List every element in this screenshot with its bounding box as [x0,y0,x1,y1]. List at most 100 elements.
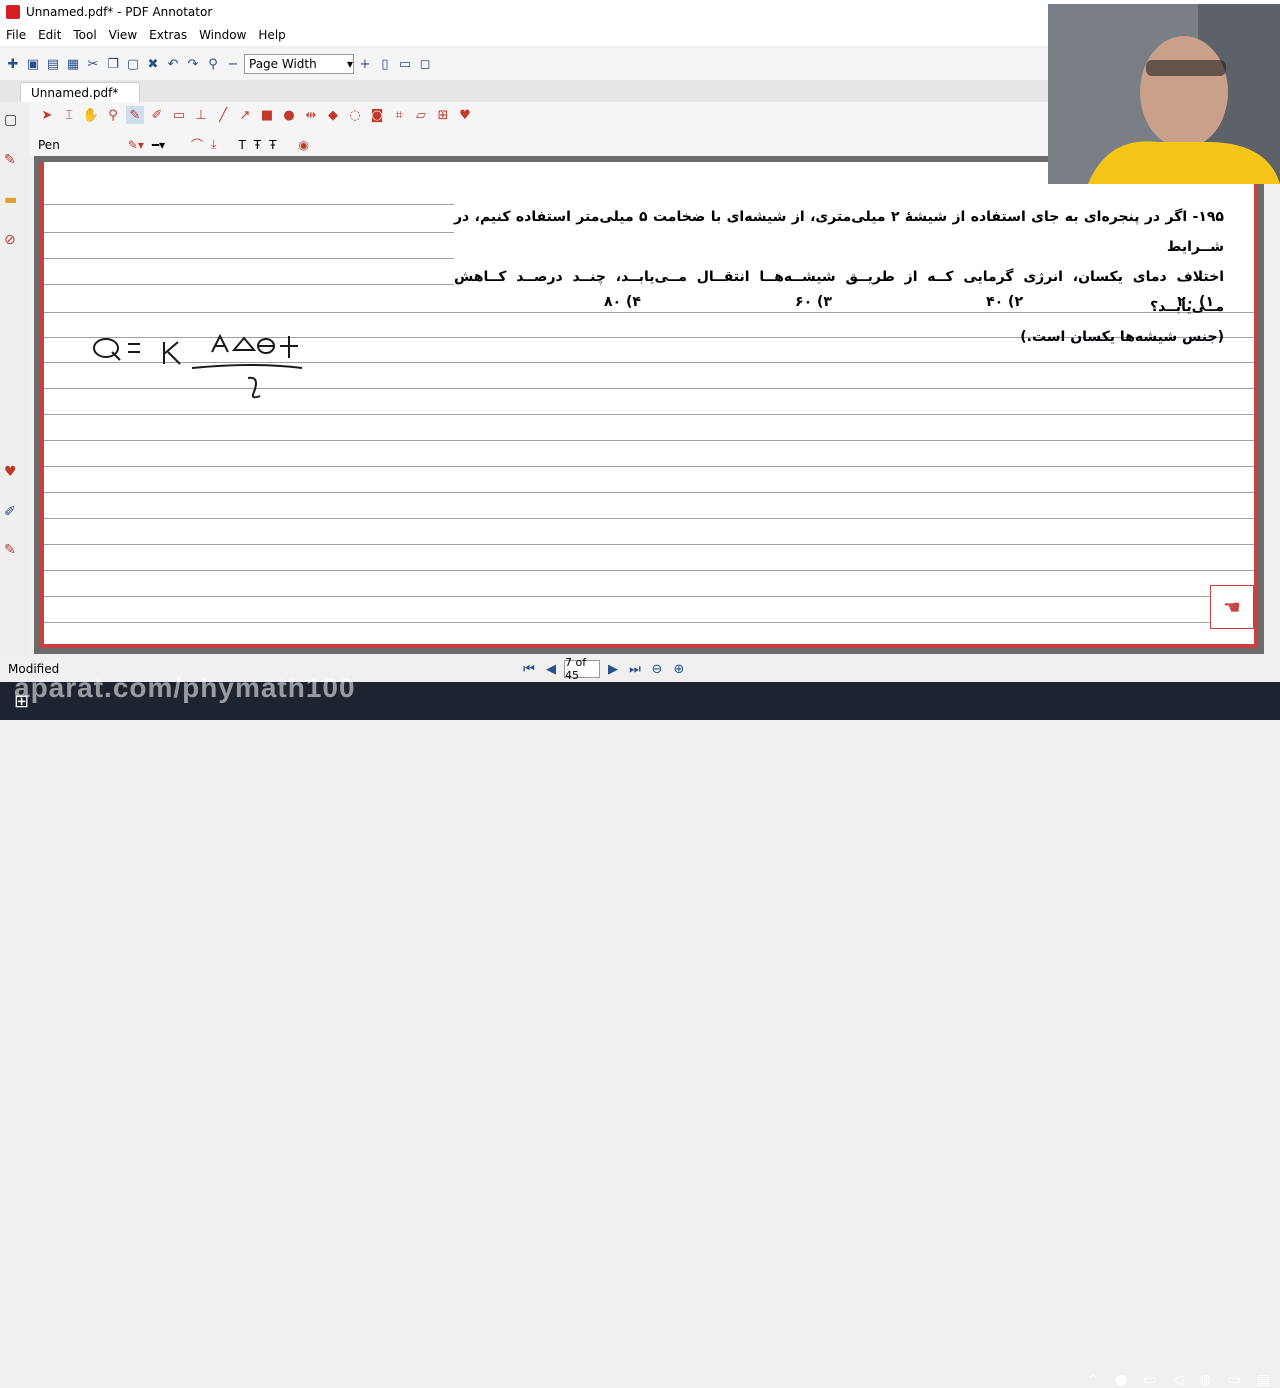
new-icon[interactable]: ✚ [4,55,22,73]
highlighter-tool-icon[interactable]: ✐ [148,106,166,124]
zoom-select[interactable]: Page Width ▾ [244,54,354,74]
page-width-icon[interactable]: ▭ [396,55,414,73]
handwritten-formula [93,333,303,399]
webcam-overlay [1048,4,1280,184]
option-4: ۴) ۸۰ [604,294,641,310]
line-width-icon[interactable]: ━▾ [152,138,165,152]
ruler-icon[interactable]: ▱ [412,106,430,124]
zoom-label: Page Width [249,57,317,71]
presenter-image [1048,4,1280,184]
ellipse-icon[interactable]: ● [280,106,298,124]
pen-icon[interactable]: ✎ [4,152,22,170]
menu-view[interactable]: View [103,28,143,42]
pen-tool-icon[interactable]: ✎ [126,106,144,124]
rule-line [44,284,454,285]
rule-line [44,544,1254,545]
rectangle-icon[interactable]: ■ [258,106,276,124]
question-line-1: ۱۹۵- اگر در پنجره‌ای به جای استفاده از ش… [454,209,1224,255]
select-icon[interactable]: ➤ [38,106,56,124]
page-indicator[interactable]: 7 of 45 [564,656,600,682]
next-page-icon[interactable]: ▶ [604,660,622,678]
keyboard-icon[interactable]: ▭ [1228,1372,1241,1388]
notification-icon[interactable]: ▤ [1257,1372,1270,1388]
option-3: ۳) ۶۰ [795,294,832,310]
hand-tool-icon[interactable]: ☚ [1210,585,1254,629]
delete-icon[interactable]: ✖ [144,55,162,73]
open-icon[interactable]: ▣ [24,55,42,73]
current-tool-label: Pen [38,137,60,152]
rule-line [44,466,1254,467]
prev-page-icon[interactable]: ◀ [542,660,560,678]
fullscreen-icon[interactable]: ◻ [416,55,434,73]
strike-icon[interactable]: Ŧ [269,138,276,152]
print-icon[interactable]: ▦ [64,55,82,73]
lasso-icon[interactable]: ◌ [346,106,364,124]
camera-icon[interactable]: ◙ [368,106,386,124]
pdf-page[interactable]: ۱۹۵- اگر در پنجره‌ای به جای استفاده از ش… [40,162,1258,648]
vertical-scrollbar[interactable] [1266,156,1280,656]
network-icon[interactable]: ◍ [1199,1372,1211,1388]
redo-icon[interactable]: ↷ [184,55,202,73]
zoom-out-icon[interactable]: − [224,55,242,73]
measure-icon[interactable]: ⇹ [302,106,320,124]
crop-icon[interactable]: ⌗ [390,106,408,124]
first-page-icon[interactable]: ⏮ [520,660,538,678]
attachment-icon[interactable]: ⊘ [4,232,22,250]
menu-edit[interactable]: Edit [32,28,67,42]
hand-icon[interactable]: ✋ [82,106,100,124]
copy-icon[interactable]: ❐ [104,55,122,73]
rule-line [44,570,1254,571]
text-select-icon[interactable]: ⌶ [60,106,78,124]
favorite-icon[interactable]: ♥ [4,464,22,482]
question-line-3: (جنس شیشه‌ها یکسان است.) [1020,329,1224,345]
menu-help[interactable]: Help [252,28,291,42]
arrow-icon[interactable]: ↗ [236,106,254,124]
color-icon[interactable]: ✎▾ [128,138,144,152]
rule-line [44,622,1254,623]
undo-icon[interactable]: ↶ [164,55,182,73]
download-icon[interactable]: ⤓ [211,137,216,152]
textbox-icon[interactable]: ▭ [170,106,188,124]
rule-line [44,414,1254,415]
rule-line [44,518,1254,519]
question-line-2: اختلاف دمای یکسان، انرژی گرمایی کــه از … [454,269,1224,315]
zoom-in-icon[interactable]: + [356,55,374,73]
menu-tool[interactable]: Tool [67,28,102,42]
line-icon[interactable]: ╱ [214,106,232,124]
menu-file[interactable]: File [0,28,32,42]
insert-icon[interactable]: ⊞ [434,106,452,124]
rule-line [44,440,1254,441]
curve-icon[interactable]: ⌒ [191,136,203,153]
eraser-icon[interactable]: ◆ [324,106,342,124]
menu-extras[interactable]: Extras [143,28,193,42]
find-icon[interactable]: ⚲ [204,55,222,73]
cut-icon[interactable]: ✂ [84,55,102,73]
stamp-icon[interactable]: ⊥ [192,106,210,124]
volume-icon[interactable]: ◁ [1173,1372,1184,1388]
menu-window[interactable]: Window [193,28,252,42]
main-toolbar: ✚ ▣ ▤ ▦ ✂ ❐ ▢ ✖ ↶ ↷ ⚲ − Page Width ▾ + ▯… [0,48,1050,80]
favorites-icon[interactable]: ♥ [456,106,474,124]
text-style-icon[interactable]: Ŧ [254,138,261,152]
battery-icon[interactable]: ▭ [1143,1372,1156,1388]
settings-icon[interactable]: ◉ [298,138,308,152]
save-icon[interactable]: ▤ [44,55,62,73]
forward-icon[interactable]: ⊕ [670,660,688,678]
text-icon[interactable]: T [238,138,245,152]
paste-icon[interactable]: ▢ [124,55,142,73]
single-page-icon[interactable]: ▯ [376,55,394,73]
highlighter-icon[interactable]: ✐ [4,504,22,522]
chevron-up-icon[interactable]: ⌃ [1087,1372,1099,1388]
marker-icon[interactable]: ✎ [4,542,22,560]
answer-options: ۱) ۲۰ ۲) ۴۰ ۳) ۶۰ ۴) ۸۰ [604,294,1214,310]
tool-row: ➤ ⌶ ✋ ⚲ ✎ ✐ ▭ ⊥ ╱ ↗ ■ ● ⇹ ◆ ◌ ◙ ⌗ ▱ ⊞ ♥ [38,106,474,124]
option-2: ۲) ۴۰ [986,294,1023,310]
zoom-icon[interactable]: ⚲ [104,106,122,124]
folder-icon[interactable]: ▬ [4,192,22,210]
page-icon[interactable]: ▢ [4,112,22,130]
microphone-icon[interactable]: ● [1115,1372,1127,1388]
last-page-icon[interactable]: ⏭ [626,660,644,678]
back-icon[interactable]: ⊖ [648,660,666,678]
rule-line [44,232,454,233]
tab-document[interactable]: Unnamed.pdf* [20,82,140,102]
